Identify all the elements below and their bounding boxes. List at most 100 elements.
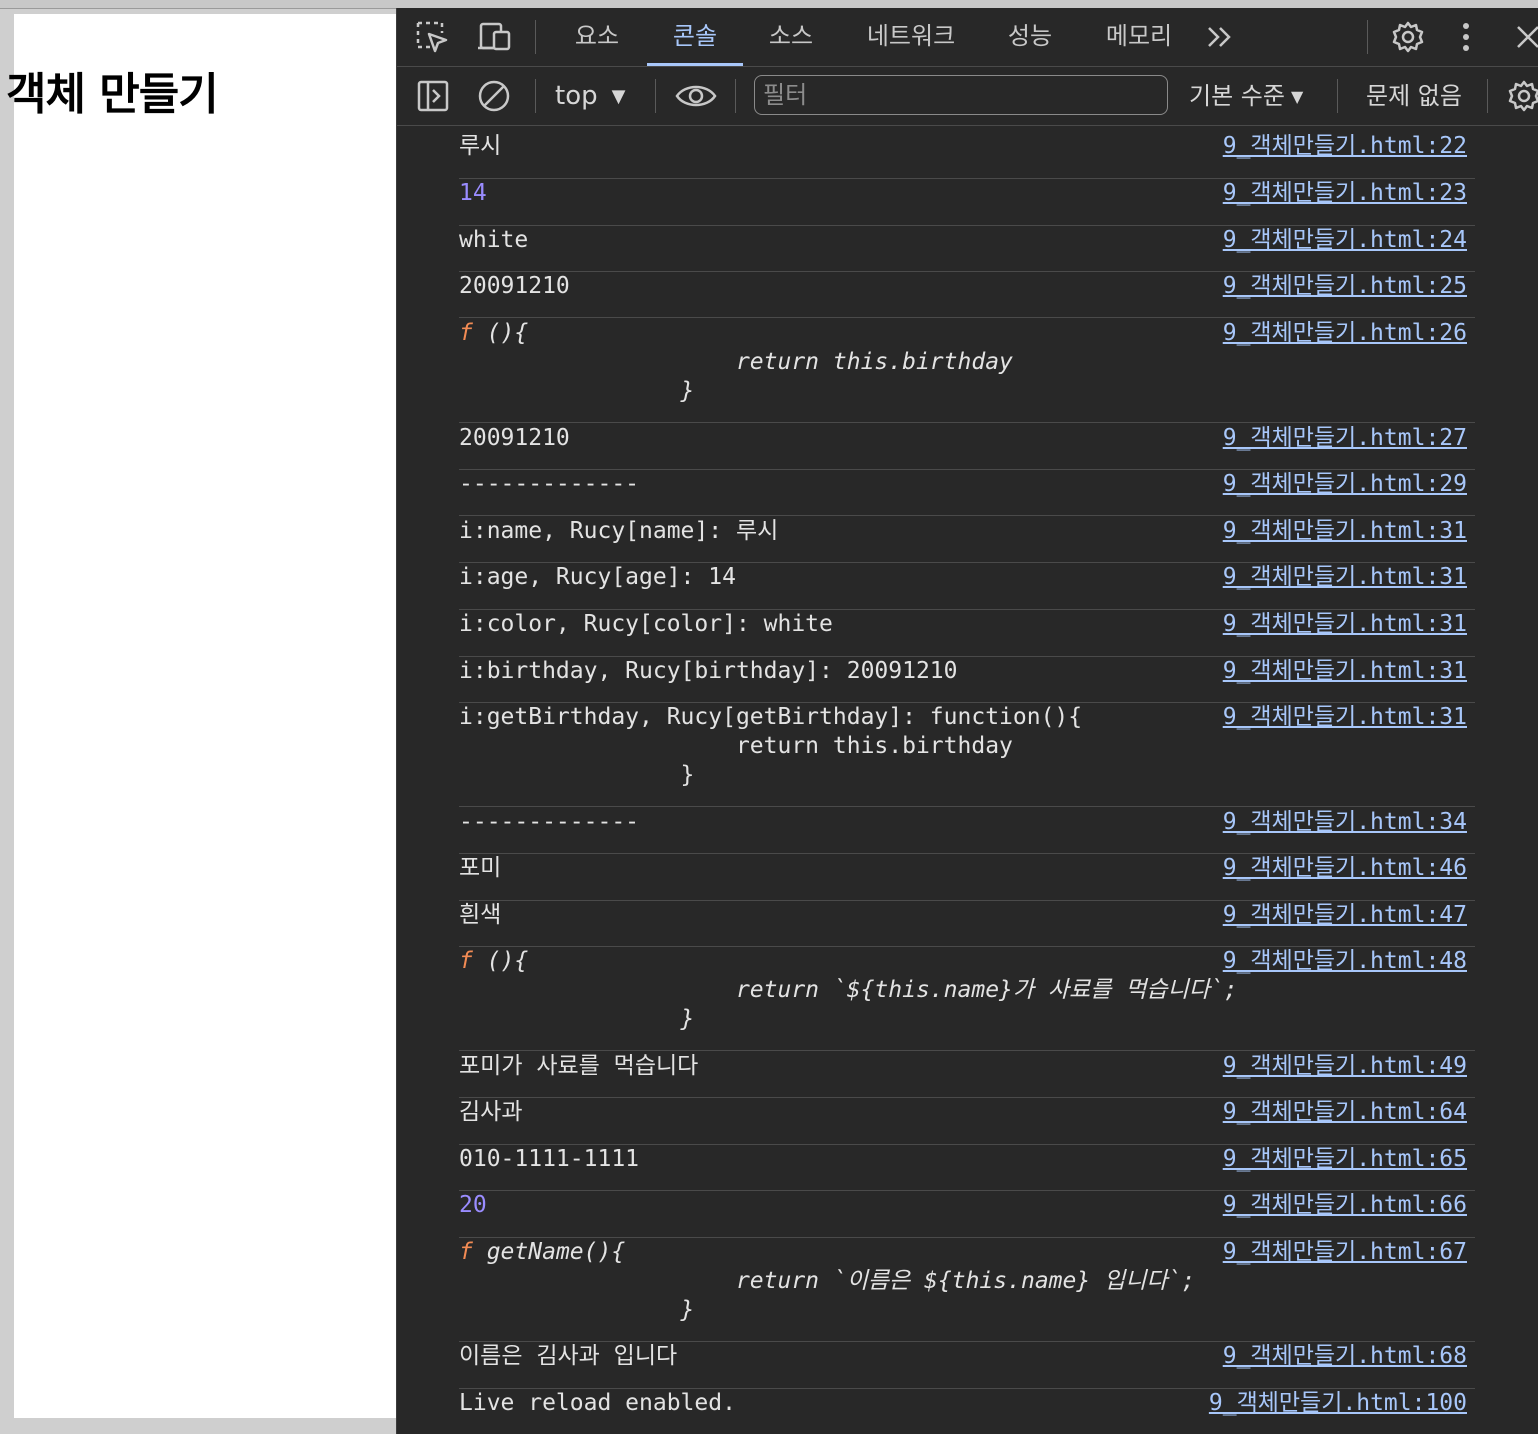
toolbar-separator: [735, 79, 736, 113]
console-message-source-link[interactable]: 9_객체만들기.html:31: [1223, 610, 1467, 639]
toolbar-separator: [1337, 79, 1338, 113]
settings-gear-icon[interactable]: [1391, 20, 1425, 54]
console-message-text: -------------: [459, 809, 640, 835]
more-options-icon[interactable]: [1461, 20, 1471, 54]
filter-input[interactable]: [754, 75, 1168, 115]
tabbar-separator: [1367, 20, 1368, 54]
console-message-text: f (){ return this.birthday }: [459, 319, 1013, 406]
issues-counter[interactable]: 문제 없음: [1366, 77, 1462, 115]
console-message: Live reload enabled. 9_객체만들기.html:100: [459, 1389, 1475, 1434]
console-message-source-link[interactable]: 9_객체만들기.html:67: [1223, 1238, 1467, 1267]
function-body: (){ return this.birthday }: [486, 320, 1013, 404]
console-message-source-link[interactable]: 9_객체만들기.html:49: [1223, 1052, 1467, 1081]
console-message-source-link[interactable]: 9_객체만들기.html:66: [1223, 1191, 1467, 1220]
console-message: i:birthday, Rucy[birthday]: 20091210 9_객…: [459, 657, 1475, 703]
caret-down-icon: ▼: [1290, 87, 1304, 106]
console-message-source-link[interactable]: 9_객체만들기.html:34: [1223, 808, 1467, 837]
console-message-source-link[interactable]: 9_객체만들기.html:48: [1223, 947, 1467, 976]
console-message-source-link[interactable]: 9_객체만들기.html:27: [1223, 424, 1467, 453]
console-message-text: 포미: [459, 855, 502, 881]
console-message: 김사과 9_객체만들기.html:64: [459, 1098, 1475, 1145]
console-message-text: 흰색: [459, 902, 502, 928]
console-message-text: 010-1111-1111: [459, 1146, 640, 1172]
console-settings-gear-icon[interactable]: [1507, 79, 1538, 113]
clear-console-icon[interactable]: [477, 79, 511, 113]
console-message-text: f getName(){ return `이름은 ${this.name} 입니…: [459, 1238, 1195, 1325]
console-message: i:age, Rucy[age]: 14 9_객체만들기.html:31: [459, 563, 1475, 610]
context-selector[interactable]: top ▼: [555, 77, 625, 115]
caret-down-icon: ▼: [611, 86, 626, 107]
devtools-panel: 요소 콘솔 소스 네트워크 성능 메모리 top ▼ 필터 기본 수준 ▼ 문제…: [396, 8, 1538, 1434]
console-message: 이름은 김사과 입니다 9_객체만들기.html:68: [459, 1342, 1475, 1389]
function-body: (){ return `${this.name}가 사료를 먹습니다`; }: [486, 948, 1238, 1032]
console-message: 010-1111-1111 9_객체만들기.html:65: [459, 1145, 1475, 1191]
log-levels-label: 기본 수준: [1189, 82, 1285, 110]
console-message: ------------- 9_객체만들기.html:34: [459, 808, 1475, 854]
console-toolbar: top ▼ 기본 수준 ▼ 문제 없음: [397, 67, 1538, 126]
context-label: top: [555, 81, 598, 111]
console-message-text: 루시: [459, 133, 502, 159]
console-message-text: 20091210: [459, 425, 570, 451]
console-message: 포미가 사료를 먹습니다 9_객체만들기.html:49: [459, 1052, 1475, 1098]
tabbar-separator: [535, 20, 536, 54]
tab-console[interactable]: 콘솔: [647, 8, 743, 66]
console-message-source-link[interactable]: 9_객체만들기.html:26: [1223, 319, 1467, 348]
console-message-text: i:getBirthday, Rucy[getBirthday]: functi…: [459, 704, 1083, 788]
function-prefix: f: [459, 1239, 473, 1265]
console-message-text: 포미가 사료를 먹습니다: [459, 1053, 699, 1079]
console-message: f (){ return `${this.name}가 사료를 먹습니다`; }…: [459, 947, 1475, 1051]
console-message-source-link[interactable]: 9_객체만들기.html:100: [1209, 1389, 1467, 1418]
console-message-source-link[interactable]: 9_객체만들기.html:22: [1223, 132, 1467, 161]
console-message-source-link[interactable]: 9_객체만들기.html:65: [1223, 1145, 1467, 1174]
sidebar-toggle-icon[interactable]: [416, 79, 450, 113]
console-message-source-link[interactable]: 9_객체만들기.html:25: [1223, 272, 1467, 301]
console-message: 포미 9_객체만들기.html:46: [459, 854, 1475, 901]
console-message: i:getBirthday, Rucy[getBirthday]: functi…: [459, 703, 1475, 807]
close-icon[interactable]: [1515, 24, 1538, 50]
console-message-source-link[interactable]: 9_객체만들기.html:46: [1223, 854, 1467, 883]
page-heading: 객체 만들기: [6, 69, 219, 120]
console-message-text: 20091210: [459, 273, 570, 299]
console-message: 20091210 9_객체만들기.html:27: [459, 424, 1475, 470]
log-levels-dropdown[interactable]: 기본 수준 ▼: [1189, 77, 1303, 115]
console-message-text: i:age, Rucy[age]: 14: [459, 564, 736, 590]
console-message: i:name, Rucy[name]: 루시 9_객체만들기.html:31: [459, 517, 1475, 563]
tab-memory[interactable]: 메모리: [1097, 8, 1181, 66]
more-tabs-icon[interactable]: [1205, 24, 1235, 50]
console-message: 루시 9_객체만들기.html:22: [459, 132, 1475, 179]
console-message: f getName(){ return `이름은 ${this.name} 입니…: [459, 1238, 1475, 1342]
toolbar-separator: [655, 79, 656, 113]
console-message-source-link[interactable]: 9_객체만들기.html:31: [1223, 703, 1467, 732]
tab-elements[interactable]: 요소: [567, 8, 627, 66]
console-message: ------------- 9_객체만들기.html:29: [459, 470, 1475, 516]
tab-performance[interactable]: 성능: [1000, 8, 1060, 66]
console-message-source-link[interactable]: 9_객체만들기.html:23: [1223, 179, 1467, 208]
viewport-bottom-edge: [0, 1418, 396, 1434]
console-message: 14 9_객체만들기.html:23: [459, 179, 1475, 226]
function-body: getName(){ return `이름은 ${this.name} 입니다`…: [486, 1239, 1196, 1323]
console-message-text: Live reload enabled.: [459, 1390, 736, 1416]
live-expression-eye-icon[interactable]: [675, 81, 717, 111]
tab-sources[interactable]: 소스: [761, 8, 821, 66]
device-toolbar-icon[interactable]: [477, 20, 513, 54]
console-messages: 루시 9_객체만들기.html:22 14 9_객체만들기.html:23 wh…: [397, 126, 1538, 1434]
console-message-source-link[interactable]: 9_객체만들기.html:31: [1223, 563, 1467, 592]
console-message: 20091210 9_객체만들기.html:25: [459, 272, 1475, 318]
console-message-source-link[interactable]: 9_객체만들기.html:29: [1223, 470, 1467, 499]
inspect-element-icon[interactable]: [415, 20, 449, 54]
console-message-source-link[interactable]: 9_객체만들기.html:47: [1223, 901, 1467, 930]
console-message-text: 14: [459, 180, 487, 206]
function-prefix: f: [459, 948, 473, 974]
console-message-text: i:color, Rucy[color]: white: [459, 611, 833, 637]
function-prefix: f: [459, 320, 473, 346]
toolbar-separator: [535, 79, 536, 113]
console-message-source-link[interactable]: 9_객체만들기.html:31: [1223, 657, 1467, 686]
toolbar-separator: [1487, 79, 1488, 113]
console-message-source-link[interactable]: 9_객체만들기.html:24: [1223, 226, 1467, 255]
console-message-source-link[interactable]: 9_객체만들기.html:64: [1223, 1098, 1467, 1127]
console-message-source-link[interactable]: 9_객체만들기.html:68: [1223, 1342, 1467, 1371]
devtools-tabbar: 요소 콘솔 소스 네트워크 성능 메모리: [397, 8, 1538, 67]
console-message-source-link[interactable]: 9_객체만들기.html:31: [1223, 517, 1467, 546]
tab-network[interactable]: 네트워크: [855, 8, 967, 66]
console-message-text: 김사과: [459, 1099, 523, 1125]
